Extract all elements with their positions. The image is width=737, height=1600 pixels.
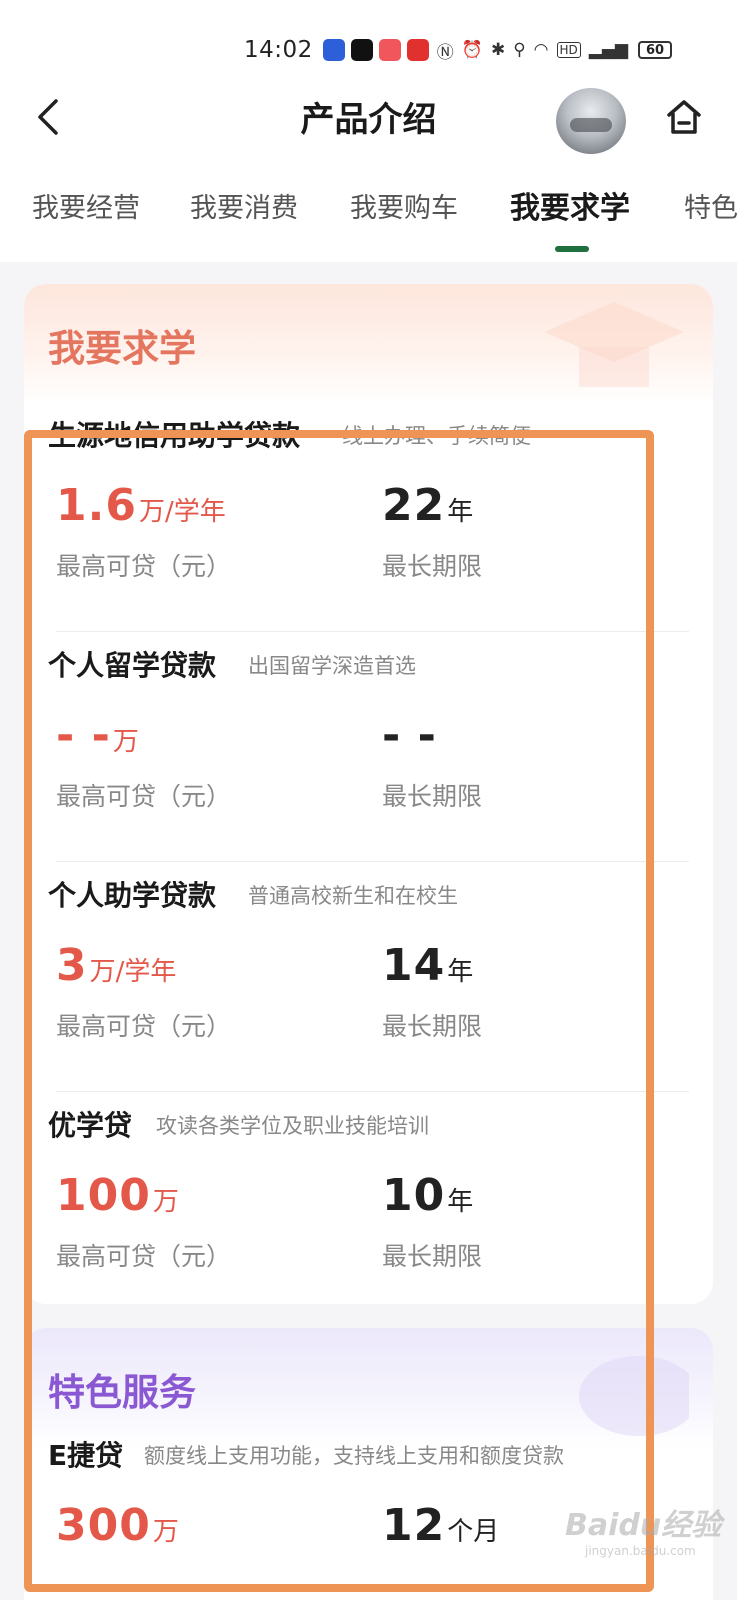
term-value: 10 bbox=[382, 1170, 446, 1221]
app-swan-icon bbox=[378, 39, 401, 61]
product-study-abroad-loan[interactable]: 个人留学贷款 出国留学深造首选 - -万 - - 最高可贷（元） 最长期限 bbox=[24, 632, 713, 862]
tab-special[interactable]: 特色 bbox=[684, 186, 737, 225]
term-label: 最长期限 bbox=[382, 552, 483, 581]
wifi-icon: ◠ bbox=[533, 40, 549, 60]
status-bar: 14:02 Ⓝ ⏰ ✱ ⚲ ◠ HD ▂▄▆ 60 bbox=[244, 34, 673, 66]
status-time: 14:02 bbox=[244, 37, 313, 63]
app-robot-icon bbox=[322, 39, 345, 61]
watermark-url: jingyan.baidu.com bbox=[585, 1544, 696, 1558]
amount-label: 最高可贷（元） bbox=[56, 782, 232, 811]
amount-value: 100 bbox=[56, 1170, 151, 1221]
max-term: 22年 bbox=[382, 480, 473, 531]
product-desc: 普通高校新生和在校生 bbox=[248, 884, 458, 908]
active-tab-indicator bbox=[555, 246, 589, 252]
amount-label: 最高可贷（元） bbox=[56, 1012, 232, 1041]
tab-car[interactable]: 我要购车 bbox=[350, 186, 458, 225]
amount-label: 最高可贷（元） bbox=[56, 552, 232, 581]
term-label: 最长期限 bbox=[382, 1012, 483, 1041]
home-icon bbox=[667, 100, 701, 134]
amount-unit: 万 bbox=[112, 727, 139, 757]
product-student-credit-loan[interactable]: 生源地信用助学贷款 线上办理、手续简便 1.6万/学年 22年 最高可贷（元） … bbox=[24, 402, 713, 632]
graduation-cap-icon bbox=[544, 302, 684, 387]
page-title: 产品介绍 bbox=[300, 100, 437, 140]
max-amount: - -万 bbox=[56, 710, 139, 761]
tab-education[interactable]: 我要求学 bbox=[510, 183, 630, 227]
bluetooth-icon: ✱ bbox=[490, 40, 506, 60]
special-section-title: 特色服务 bbox=[48, 1371, 196, 1414]
amount-value: 1.6 bbox=[56, 480, 137, 531]
product-desc: 攻读各类学位及职业技能培训 bbox=[156, 1114, 429, 1138]
top-bar: 14:02 Ⓝ ⏰ ✱ ⚲ ◠ HD ▂▄▆ 60 产品介绍 我要经营 我要消费… bbox=[0, 0, 737, 262]
term-value: - - bbox=[382, 710, 437, 761]
location-icon: ⚲ bbox=[513, 40, 526, 60]
service-badge-icon bbox=[579, 1356, 689, 1436]
max-amount: 3万/学年 bbox=[56, 940, 176, 991]
amount-unit: 万 bbox=[152, 1517, 179, 1547]
term-value: 22 bbox=[382, 480, 446, 531]
product-desc: 出国留学深造首选 bbox=[248, 654, 416, 678]
avatar[interactable] bbox=[556, 88, 626, 154]
max-amount: 300万 bbox=[56, 1500, 179, 1551]
tab-business[interactable]: 我要经营 bbox=[32, 186, 140, 225]
max-term: 12个月 bbox=[382, 1500, 499, 1551]
max-term: 14年 bbox=[382, 940, 473, 991]
battery-indicator: 60 bbox=[638, 41, 673, 59]
navigation-bar: 产品介绍 bbox=[0, 82, 737, 154]
product-desc: 线上办理、手续简便 bbox=[342, 424, 531, 448]
product-name: 优学贷 bbox=[48, 1109, 133, 1142]
app-news-icon bbox=[406, 39, 429, 61]
amount-value: 3 bbox=[56, 940, 88, 991]
signal-icon: ▂▄▆ bbox=[588, 40, 629, 60]
hd-icon: HD bbox=[556, 42, 581, 58]
amount-unit: 万/学年 bbox=[89, 957, 177, 987]
product-name: 生源地信用助学贷款 bbox=[48, 419, 301, 452]
term-unit: 年 bbox=[447, 957, 474, 987]
term-unit: 年 bbox=[447, 497, 474, 527]
category-tabs: 我要经营 我要消费 我要购车 我要求学 特色 bbox=[0, 178, 737, 258]
product-name: 个人助学贷款 bbox=[48, 879, 217, 912]
amount-label: 最高可贷（元） bbox=[56, 1242, 232, 1271]
term-unit: 年 bbox=[447, 1187, 474, 1217]
term-label: 最长期限 bbox=[382, 782, 483, 811]
max-amount: 100万 bbox=[56, 1170, 179, 1221]
special-services-card: 特色服务 E捷贷 额度线上支用功能，支持线上支用和额度贷款 300万 12个月 bbox=[24, 1328, 713, 1600]
amount-value: 300 bbox=[56, 1500, 151, 1551]
term-value: 14 bbox=[382, 940, 446, 991]
amount-unit: 万/学年 bbox=[138, 497, 226, 527]
alarm-icon: ⏰ bbox=[461, 40, 483, 60]
product-personal-student-loan[interactable]: 个人助学贷款 普通高校新生和在校生 3万/学年 14年 最高可贷（元） 最长期限 bbox=[24, 862, 713, 1092]
watermark-brand: Baidu经验 bbox=[565, 1508, 722, 1543]
term-label: 最长期限 bbox=[382, 1242, 483, 1271]
tab-consumption[interactable]: 我要消费 bbox=[190, 186, 298, 225]
watermark: Baidu经验 jingyan.baidu.com bbox=[565, 1500, 721, 1558]
max-term: - - bbox=[382, 710, 439, 761]
amount-value: - - bbox=[56, 710, 111, 761]
max-term: 10年 bbox=[382, 1170, 473, 1221]
app-tiktok-icon bbox=[350, 39, 373, 61]
nfc-icon: Ⓝ bbox=[436, 42, 454, 63]
term-unit: 个月 bbox=[447, 1517, 500, 1547]
education-card: 我要求学 生源地信用助学贷款 线上办理、手续简便 1.6万/学年 22年 最高可… bbox=[24, 284, 713, 1304]
product-youxuedai[interactable]: 优学贷 攻读各类学位及职业技能培训 100万 10年 最高可贷（元） 最长期限 bbox=[24, 1092, 713, 1304]
education-section-title: 我要求学 bbox=[48, 327, 196, 370]
product-name: 个人留学贷款 bbox=[48, 649, 217, 682]
amount-unit: 万 bbox=[152, 1187, 179, 1217]
term-value: 12 bbox=[382, 1500, 446, 1551]
max-amount: 1.6万/学年 bbox=[56, 480, 226, 531]
home-button[interactable] bbox=[660, 94, 708, 140]
product-desc: 额度线上支用功能，支持线上支用和额度贷款 bbox=[144, 1444, 564, 1468]
product-name: E捷贷 bbox=[48, 1439, 124, 1472]
